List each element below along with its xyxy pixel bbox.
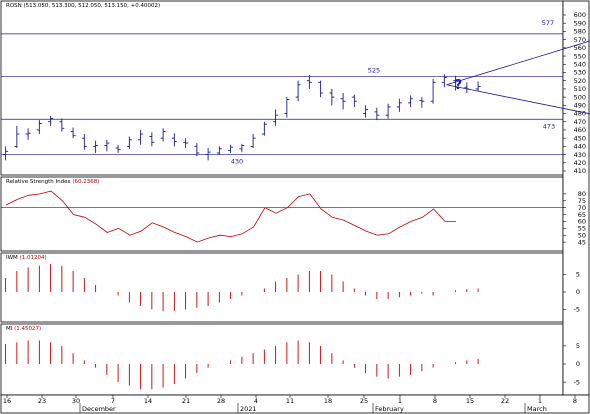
question-mark: ? (455, 78, 463, 93)
x-tick-label: 1 (538, 397, 542, 405)
x-tick-label: 30 (72, 397, 80, 405)
price-tick-label: 440 (574, 143, 586, 151)
price-tick-label: 420 (574, 159, 586, 167)
level-label: 473 (543, 122, 555, 130)
month-label: 2021 (240, 405, 257, 413)
price-tick-label: 460 (574, 126, 586, 134)
x-tick-label: 21 (182, 397, 190, 405)
price-tick-label: 470 (574, 118, 586, 126)
x-tick-label: 8 (433, 397, 437, 405)
level-label: 577 (542, 19, 554, 27)
mi-title: MI (1.45027) (6, 326, 41, 332)
price-tick-label: 530 (574, 69, 586, 77)
x-tick-label: 28 (217, 397, 225, 405)
price-pane-frame (0, 0, 564, 176)
x-tick-label: 8 (573, 397, 577, 405)
price-tick-label: 490 (574, 102, 586, 110)
level-label: 430 (231, 158, 243, 166)
price-tick-label: 520 (574, 77, 586, 85)
x-tick-label: 1 (398, 397, 402, 405)
month-label: December (82, 405, 116, 413)
price-title: ROSN (513.050, 513.300, 512.050, 513.150… (6, 3, 160, 9)
x-tick-label: 11 (286, 397, 294, 405)
price-tick-label: 410 (574, 167, 586, 175)
mi-tick-label: -5 (574, 378, 580, 386)
rsi-title: Relative Strength Index (60.2368) (6, 179, 99, 185)
month-label: February (375, 405, 404, 413)
month-label: March (527, 405, 547, 413)
rsi-pane-frame (0, 176, 564, 252)
x-tick-label: 14 (144, 397, 152, 405)
price-tick-label: 450 (574, 134, 586, 142)
x-tick-label: 23 (38, 397, 46, 405)
price-tick-label: 590 (574, 19, 586, 27)
x-tick-label: 18 (324, 397, 332, 405)
price-tick-label: 510 (574, 85, 586, 93)
x-tick-label: 22 (501, 397, 509, 405)
iwm-tick-label: -5 (574, 306, 580, 314)
mi-tick-label: 5 (576, 342, 580, 350)
mi-pane-frame (0, 323, 564, 396)
price-tick-label: 430 (574, 151, 586, 159)
level-label: 525 (368, 67, 380, 75)
iwm-tick-label: 0 (576, 288, 580, 296)
mi-tick-label: 0 (576, 360, 580, 368)
price-tick-label: 600 (574, 11, 586, 19)
iwm-tick-label: 5 (576, 271, 580, 279)
iwm-title: IWM (1.01204) (6, 255, 47, 261)
x-tick-label: 15 (466, 397, 474, 405)
x-tick-label: 7 (111, 397, 115, 405)
x-tick-label: 4 (254, 397, 258, 405)
iwm-pane-frame (0, 252, 564, 323)
rsi-tick-label: 45 (578, 238, 586, 246)
price-tick-label: 540 (574, 60, 586, 68)
price-tick-label: 550 (574, 52, 586, 60)
x-tick-label: 25 (360, 397, 368, 405)
price-tick-label: 580 (574, 28, 586, 36)
price-tick-label: 500 (574, 93, 586, 101)
x-tick-label: 16 (3, 397, 11, 405)
chart-canvas: ROSN (513.050, 513.300, 512.050, 513.150… (0, 0, 590, 414)
